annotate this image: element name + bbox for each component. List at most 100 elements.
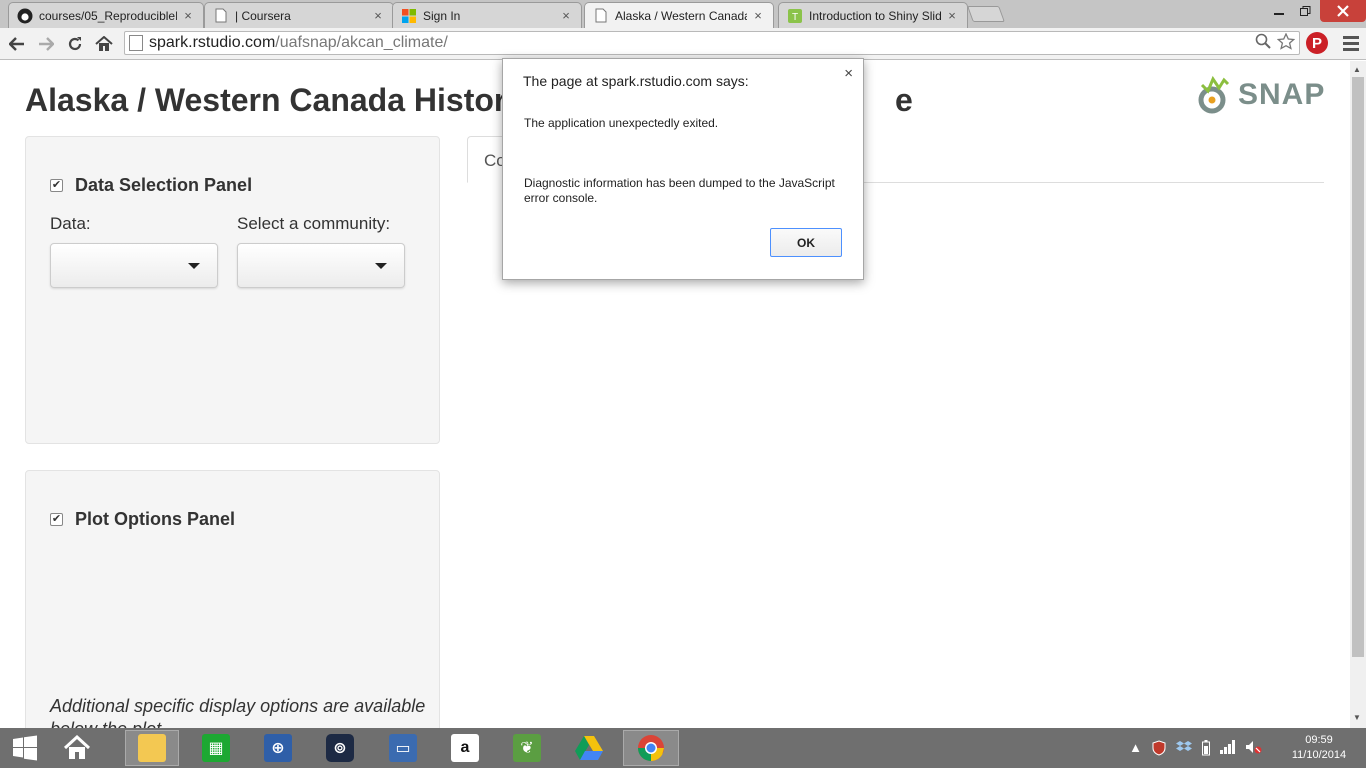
taskbar-remote-desktop[interactable]: ⊕ [251, 730, 305, 766]
zoom-icon[interactable] [1255, 33, 1271, 55]
windows-taskbar: ▦ ⊕ ⊚ ▭ a ❦ ▲ 09:59 11/10/2014 [0, 728, 1366, 768]
scroll-down-icon[interactable]: ▼ [1353, 713, 1361, 722]
page-icon [129, 35, 143, 51]
snap-logo: SNAP [1198, 75, 1325, 115]
taskbar-google-drive[interactable] [562, 730, 616, 766]
scrollbar-thumb[interactable] [1352, 77, 1364, 657]
browser-tab-github[interactable]: courses/05_ReproducibleR × [8, 2, 204, 28]
data-selection-toggle[interactable]: ✔ Data Selection Panel [50, 175, 252, 196]
restore-icon[interactable] [1292, 0, 1318, 22]
volume-muted-icon[interactable] [1246, 740, 1262, 759]
app-grid-icon: ⊚ [326, 734, 354, 762]
home-icon [63, 735, 91, 759]
tray-expand-icon[interactable]: ▲ [1129, 740, 1142, 759]
taskbar-amazon[interactable]: a [438, 730, 492, 766]
browser-tab-title: Alaska / Western Canada H [615, 8, 747, 23]
community-select[interactable] [237, 243, 405, 288]
url-host: spark.rstudio.com [149, 34, 276, 51]
taskbar-home[interactable] [50, 730, 104, 766]
browser-tab-strip: courses/05_ReproducibleR × | Coursera × … [0, 0, 1366, 28]
tab-close-icon[interactable]: × [181, 8, 195, 23]
taskbar-messaging[interactable]: ▭ [376, 730, 430, 766]
dialog-title: The page at spark.rstudio.com says: [523, 73, 749, 89]
dialog-close-icon[interactable]: × [844, 65, 853, 82]
google-drive-icon [575, 736, 603, 760]
security-shield-icon[interactable] [1152, 740, 1166, 759]
browser-tab-title: | Coursera [235, 8, 291, 23]
plot-options-toggle[interactable]: ✔ Plot Options Panel [50, 509, 235, 530]
browser-menu-icon[interactable] [1340, 32, 1362, 54]
dropbox-icon[interactable] [1176, 740, 1192, 759]
dialog-message: The application unexpectedly exited. [524, 116, 719, 130]
start-button[interactable] [0, 730, 50, 766]
browser-tab-title: courses/05_ReproducibleR [39, 8, 177, 23]
snap-logo-icon [1198, 75, 1230, 114]
browser-tab-title: Introduction to Shiny Slide [809, 8, 941, 23]
new-tab-button[interactable] [967, 6, 1005, 22]
bookmark-star-icon[interactable] [1276, 32, 1296, 55]
tab-close-icon[interactable]: × [559, 8, 573, 23]
taskbar-app-grid[interactable]: ⊚ [313, 730, 367, 766]
page-title-text: Alaska / Western Canada Historic [25, 82, 534, 118]
taskbar-file-explorer[interactable] [125, 730, 179, 766]
checkbox-checked-icon[interactable]: ✔ [50, 513, 63, 526]
evernote-icon: ❦ [513, 734, 541, 762]
svg-text:T: T [792, 12, 798, 23]
data-select[interactable] [50, 243, 218, 288]
plot-note-line1: Additional specific display options are … [50, 696, 426, 716]
clock-date: 11/10/2014 [1291, 749, 1347, 761]
system-tray: ▲ [1129, 740, 1262, 759]
plot-note-line2: below the plot. [50, 719, 166, 728]
page-icon [593, 8, 609, 24]
pinterest-icon[interactable]: P [1306, 32, 1328, 54]
system-clock[interactable]: 09:59 11/10/2014 [1286, 733, 1352, 763]
snap-logo-text: SNAP [1238, 78, 1326, 111]
plot-options-panel: ✔ Plot Options Panel Additional specific… [25, 470, 440, 728]
github-icon [17, 8, 33, 24]
back-icon[interactable] [5, 32, 29, 56]
dropdown-caret-icon [375, 263, 387, 269]
reload-icon[interactable] [63, 32, 87, 56]
checkbox-checked-icon[interactable]: ✔ [50, 179, 63, 192]
slides-icon: T [787, 8, 803, 24]
browser-tab-alaska[interactable]: Alaska / Western Canada H × [584, 2, 774, 28]
file-explorer-icon [138, 734, 166, 762]
tab-close-icon[interactable]: × [945, 8, 959, 23]
clock-time: 09:59 [1305, 734, 1333, 746]
remote-desktop-icon: ⊕ [264, 734, 292, 762]
windows-logo-icon [13, 735, 37, 761]
data-label: Data: [50, 214, 91, 233]
community-label: Select a community: [237, 214, 391, 233]
taskbar-store[interactable]: ▦ [189, 730, 243, 766]
vertical-scrollbar[interactable]: ▲ ▼ [1350, 61, 1366, 728]
address-bar[interactable]: spark.rstudio.com/uafsnap/akcan_climate/ [124, 31, 1300, 55]
battery-icon[interactable] [1202, 740, 1210, 759]
taskbar-chrome[interactable] [623, 730, 679, 766]
minimize-icon[interactable] [1266, 0, 1292, 22]
page-icon [213, 8, 229, 24]
window-close-icon[interactable] [1320, 0, 1366, 22]
network-signal-icon[interactable] [1220, 740, 1236, 759]
chrome-icon [637, 735, 664, 762]
tab-close-icon[interactable]: × [751, 8, 765, 23]
dialog-detail: Diagnostic information has been dumped t… [524, 176, 835, 205]
amazon-icon: a [451, 734, 479, 762]
browser-tab-sign-in[interactable]: Sign In × [392, 2, 582, 28]
taskbar-evernote[interactable]: ❦ [500, 730, 554, 766]
home-page-icon[interactable] [92, 32, 116, 56]
microsoft-icon [401, 8, 417, 24]
browser-tab-title: Sign In [423, 8, 461, 23]
forward-icon[interactable] [34, 32, 58, 56]
data-selection-panel: ✔ Data Selection Panel Data: Select a co… [25, 136, 440, 444]
scroll-up-icon[interactable]: ▲ [1353, 65, 1361, 74]
dropdown-caret-icon [188, 263, 200, 269]
url-path: /uafsnap/akcan_climate/ [275, 34, 448, 51]
store-icon: ▦ [202, 734, 230, 762]
messaging-icon: ▭ [389, 734, 417, 762]
tab-close-icon[interactable]: × [371, 8, 385, 23]
data-panel-heading: Data Selection Panel [75, 175, 253, 195]
alert-dialog: The page at spark.rstudio.com says: × Th… [502, 58, 864, 280]
browser-tab-coursera[interactable]: | Coursera × [204, 2, 394, 28]
ok-button[interactable]: OK [770, 228, 842, 257]
browser-tab-shiny-slides[interactable]: T Introduction to Shiny Slide × [778, 2, 968, 28]
